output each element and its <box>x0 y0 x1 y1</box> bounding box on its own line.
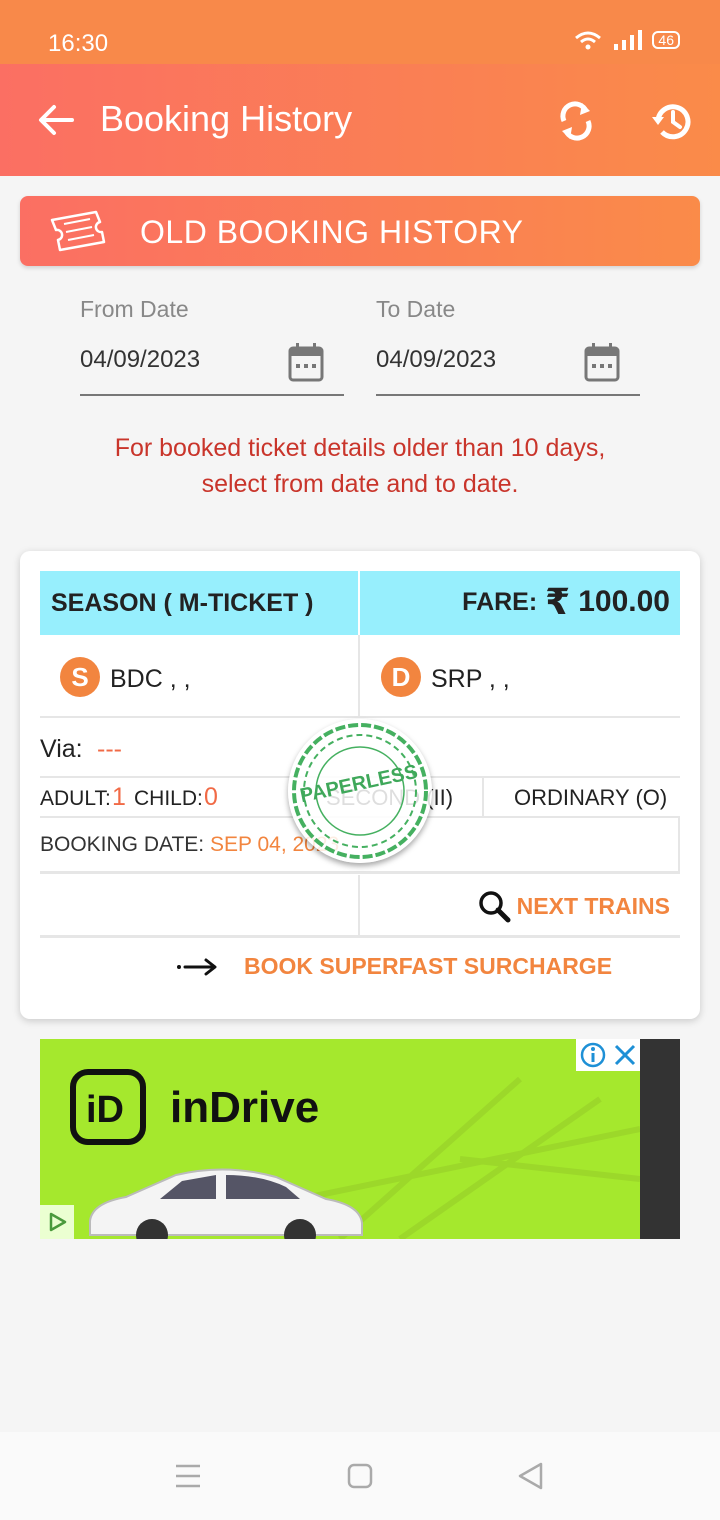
back-button[interactable] <box>32 96 80 144</box>
divider <box>40 716 680 718</box>
fare-cell: FARE: ₹ 100.00 <box>360 571 680 635</box>
old-booking-history-banner: OLD BOOKING HISTORY <box>20 196 700 266</box>
ticket-icon <box>50 210 106 252</box>
paperless-stamp: PAPERLESS <box>288 719 432 863</box>
divider <box>40 935 680 938</box>
play-icon <box>49 1212 67 1232</box>
fare-value: 100.00 <box>578 585 670 618</box>
ad-side-panel <box>640 1039 680 1239</box>
adult-label: ADULT: <box>40 787 111 810</box>
ticket-card[interactable]: SEASON ( M-TICKET ) FARE: ₹ 100.00 S BDC… <box>20 551 700 1019</box>
car-icon <box>89 1168 363 1239</box>
ticket-type-cell: SEASON ( M-TICKET ) <box>40 571 358 635</box>
source-badge: S <box>60 657 100 697</box>
square-icon <box>347 1463 373 1489</box>
to-date-label: To Date <box>376 296 456 322</box>
next-trains-button[interactable]: NEXT TRAINS <box>477 889 670 923</box>
booking-date-label: BOOKING DATE: <box>40 833 205 856</box>
to-date-field[interactable]: To Date 04/09/2023 <box>376 296 640 396</box>
status-time: 16:30 <box>48 30 109 57</box>
divider <box>40 871 680 874</box>
calendar-icon[interactable] <box>584 342 620 382</box>
from-date-underline <box>80 394 344 396</box>
wifi-icon <box>575 31 602 50</box>
triangle-back-icon <box>518 1462 543 1490</box>
arrow-right-icon <box>177 958 217 975</box>
status-icons: 46 <box>574 30 680 50</box>
fare: FARE: ₹ 100.00 <box>462 581 670 623</box>
menu-icon <box>176 1464 200 1488</box>
ad-controls[interactable] <box>576 1039 640 1071</box>
hint-line-2: select from date and to date. <box>201 470 519 498</box>
adult-count: 1 <box>112 783 126 811</box>
logo-text: iD <box>86 1089 124 1131</box>
child-label: CHILD: <box>134 787 203 810</box>
divider <box>678 817 680 872</box>
sync-icon <box>560 101 592 141</box>
hint-line-1: For booked ticket details older than 10 … <box>114 434 606 462</box>
train-type: ORDINARY (O) <box>514 785 668 810</box>
to-date-value: 04/09/2023 <box>376 346 497 373</box>
history-button[interactable] <box>648 97 696 145</box>
info-icon[interactable] <box>580 1042 606 1068</box>
banner-label: OLD BOOKING HISTORY <box>140 214 524 250</box>
indrive-logo: iD <box>70 1069 146 1145</box>
signal-icon <box>614 30 643 50</box>
history-icon <box>652 104 691 140</box>
rupee-icon: ₹ <box>545 581 571 622</box>
divider <box>482 777 484 817</box>
ad-banner[interactable]: iD inDrive <box>40 1039 680 1239</box>
system-nav-bar <box>0 1432 720 1520</box>
source-station: BDC , , <box>110 665 191 693</box>
divider <box>358 635 360 717</box>
superfast-label: BOOK SUPERFAST SURCHARGE <box>244 953 613 979</box>
refresh-button[interactable] <box>552 97 600 145</box>
close-icon[interactable] <box>613 1043 637 1067</box>
search-icon <box>478 891 511 923</box>
arrow-left-icon <box>39 105 74 135</box>
from-date-label: From Date <box>80 296 189 322</box>
page-title: Booking History <box>100 98 353 139</box>
via-value: --- <box>97 735 122 763</box>
child-count: 0 <box>204 783 218 811</box>
to-date-underline <box>376 394 640 396</box>
fare-label: FARE: <box>462 587 538 616</box>
book-superfast-button[interactable]: BOOK SUPERFAST SURCHARGE <box>176 953 612 980</box>
date-hint-text: For booked ticket details older than 10 … <box>60 430 660 502</box>
from-date-value: 04/09/2023 <box>80 346 201 373</box>
from-date-field[interactable]: From Date 04/09/2023 <box>80 296 344 396</box>
menu-nav-button[interactable] <box>164 1452 212 1500</box>
ad-choices[interactable] <box>40 1205 74 1239</box>
calendar-icon[interactable] <box>288 342 324 382</box>
via-label: Via: <box>40 735 83 763</box>
next-trains-label: NEXT TRAINS <box>516 892 670 919</box>
destination-badge: D <box>381 657 421 697</box>
ad-brand-name: inDrive <box>170 1083 320 1132</box>
status-bar: 16:30 46 <box>0 0 720 64</box>
battery-icon: 46 <box>652 31 680 49</box>
destination-station: SRP , , <box>431 665 510 693</box>
ticket-type: SEASON ( M-TICKET ) <box>51 589 314 617</box>
home-nav-button[interactable] <box>336 1452 384 1500</box>
back-nav-button[interactable] <box>506 1452 554 1500</box>
divider <box>358 875 360 935</box>
